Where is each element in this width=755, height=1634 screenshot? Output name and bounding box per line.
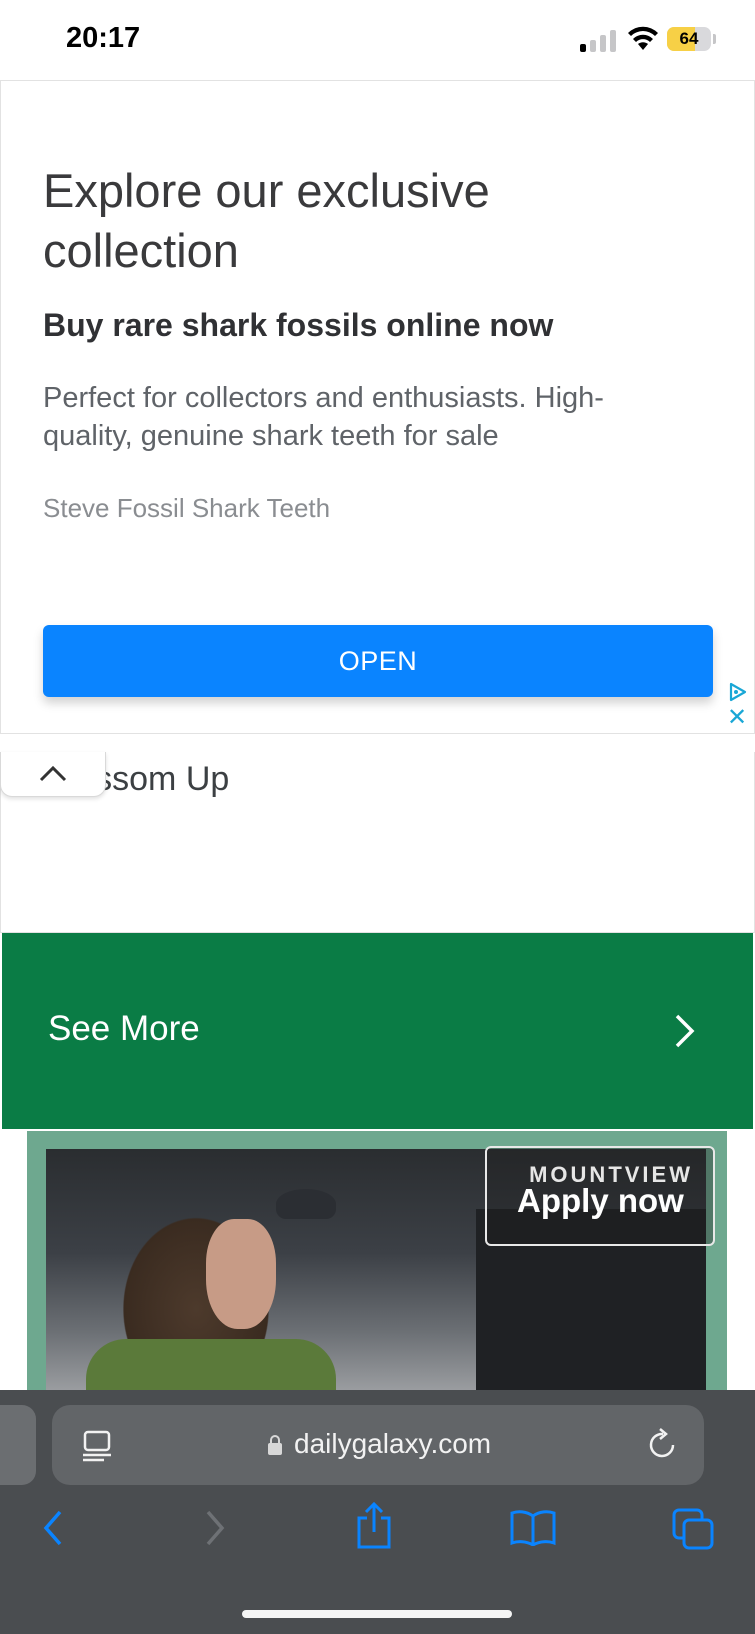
- status-bar: 20:17 64: [0, 0, 755, 80]
- cellular-signal-icon: [580, 30, 616, 52]
- apply-now-label: Apply now: [517, 1182, 684, 1219]
- battery-tip: [713, 34, 716, 44]
- battery-icon: 64: [667, 27, 711, 51]
- see-more-label: See More: [48, 1009, 200, 1048]
- wifi-icon: [628, 26, 658, 50]
- see-more-button[interactable]: See More: [2, 933, 753, 1129]
- ad-subheading: Buy rare shark fossils online now: [43, 307, 554, 343]
- ad-heading: Explore our exclusive collection: [43, 164, 490, 277]
- chevron-up-icon: [39, 765, 67, 782]
- reader-icon[interactable]: [82, 1430, 112, 1462]
- apply-now-button[interactable]: MOUNTVIEW Apply now: [485, 1146, 715, 1246]
- forward-icon[interactable]: [202, 1508, 228, 1548]
- adchoices-icon[interactable]: [728, 682, 748, 702]
- status-time: 20:17: [66, 22, 141, 54]
- ad-card[interactable]: Explore our exclusive collection Buy rar…: [0, 80, 755, 734]
- share-icon[interactable]: [354, 1502, 394, 1550]
- open-button[interactable]: OPEN: [43, 625, 713, 697]
- back-icon[interactable]: [40, 1508, 66, 1548]
- close-icon[interactable]: ✕: [727, 706, 747, 730]
- tabs-icon[interactable]: [672, 1508, 714, 1550]
- lock-icon: [268, 1435, 282, 1455]
- ad-description: Perfect for collectors and enthusiasts. …: [43, 382, 604, 452]
- chevron-right-icon: [675, 1014, 695, 1048]
- url-text[interactable]: dailygalaxy.com: [294, 1428, 491, 1460]
- battery-level: 64: [679, 29, 699, 48]
- ad-advertiser: Steve Fossil Shark Teeth: [43, 493, 331, 523]
- collapse-toggle-button[interactable]: [0, 752, 106, 797]
- bookmarks-icon[interactable]: [510, 1510, 556, 1546]
- reload-icon[interactable]: [648, 1428, 678, 1460]
- previous-tab-peek[interactable]: [0, 1405, 36, 1485]
- home-indicator[interactable]: [242, 1610, 512, 1618]
